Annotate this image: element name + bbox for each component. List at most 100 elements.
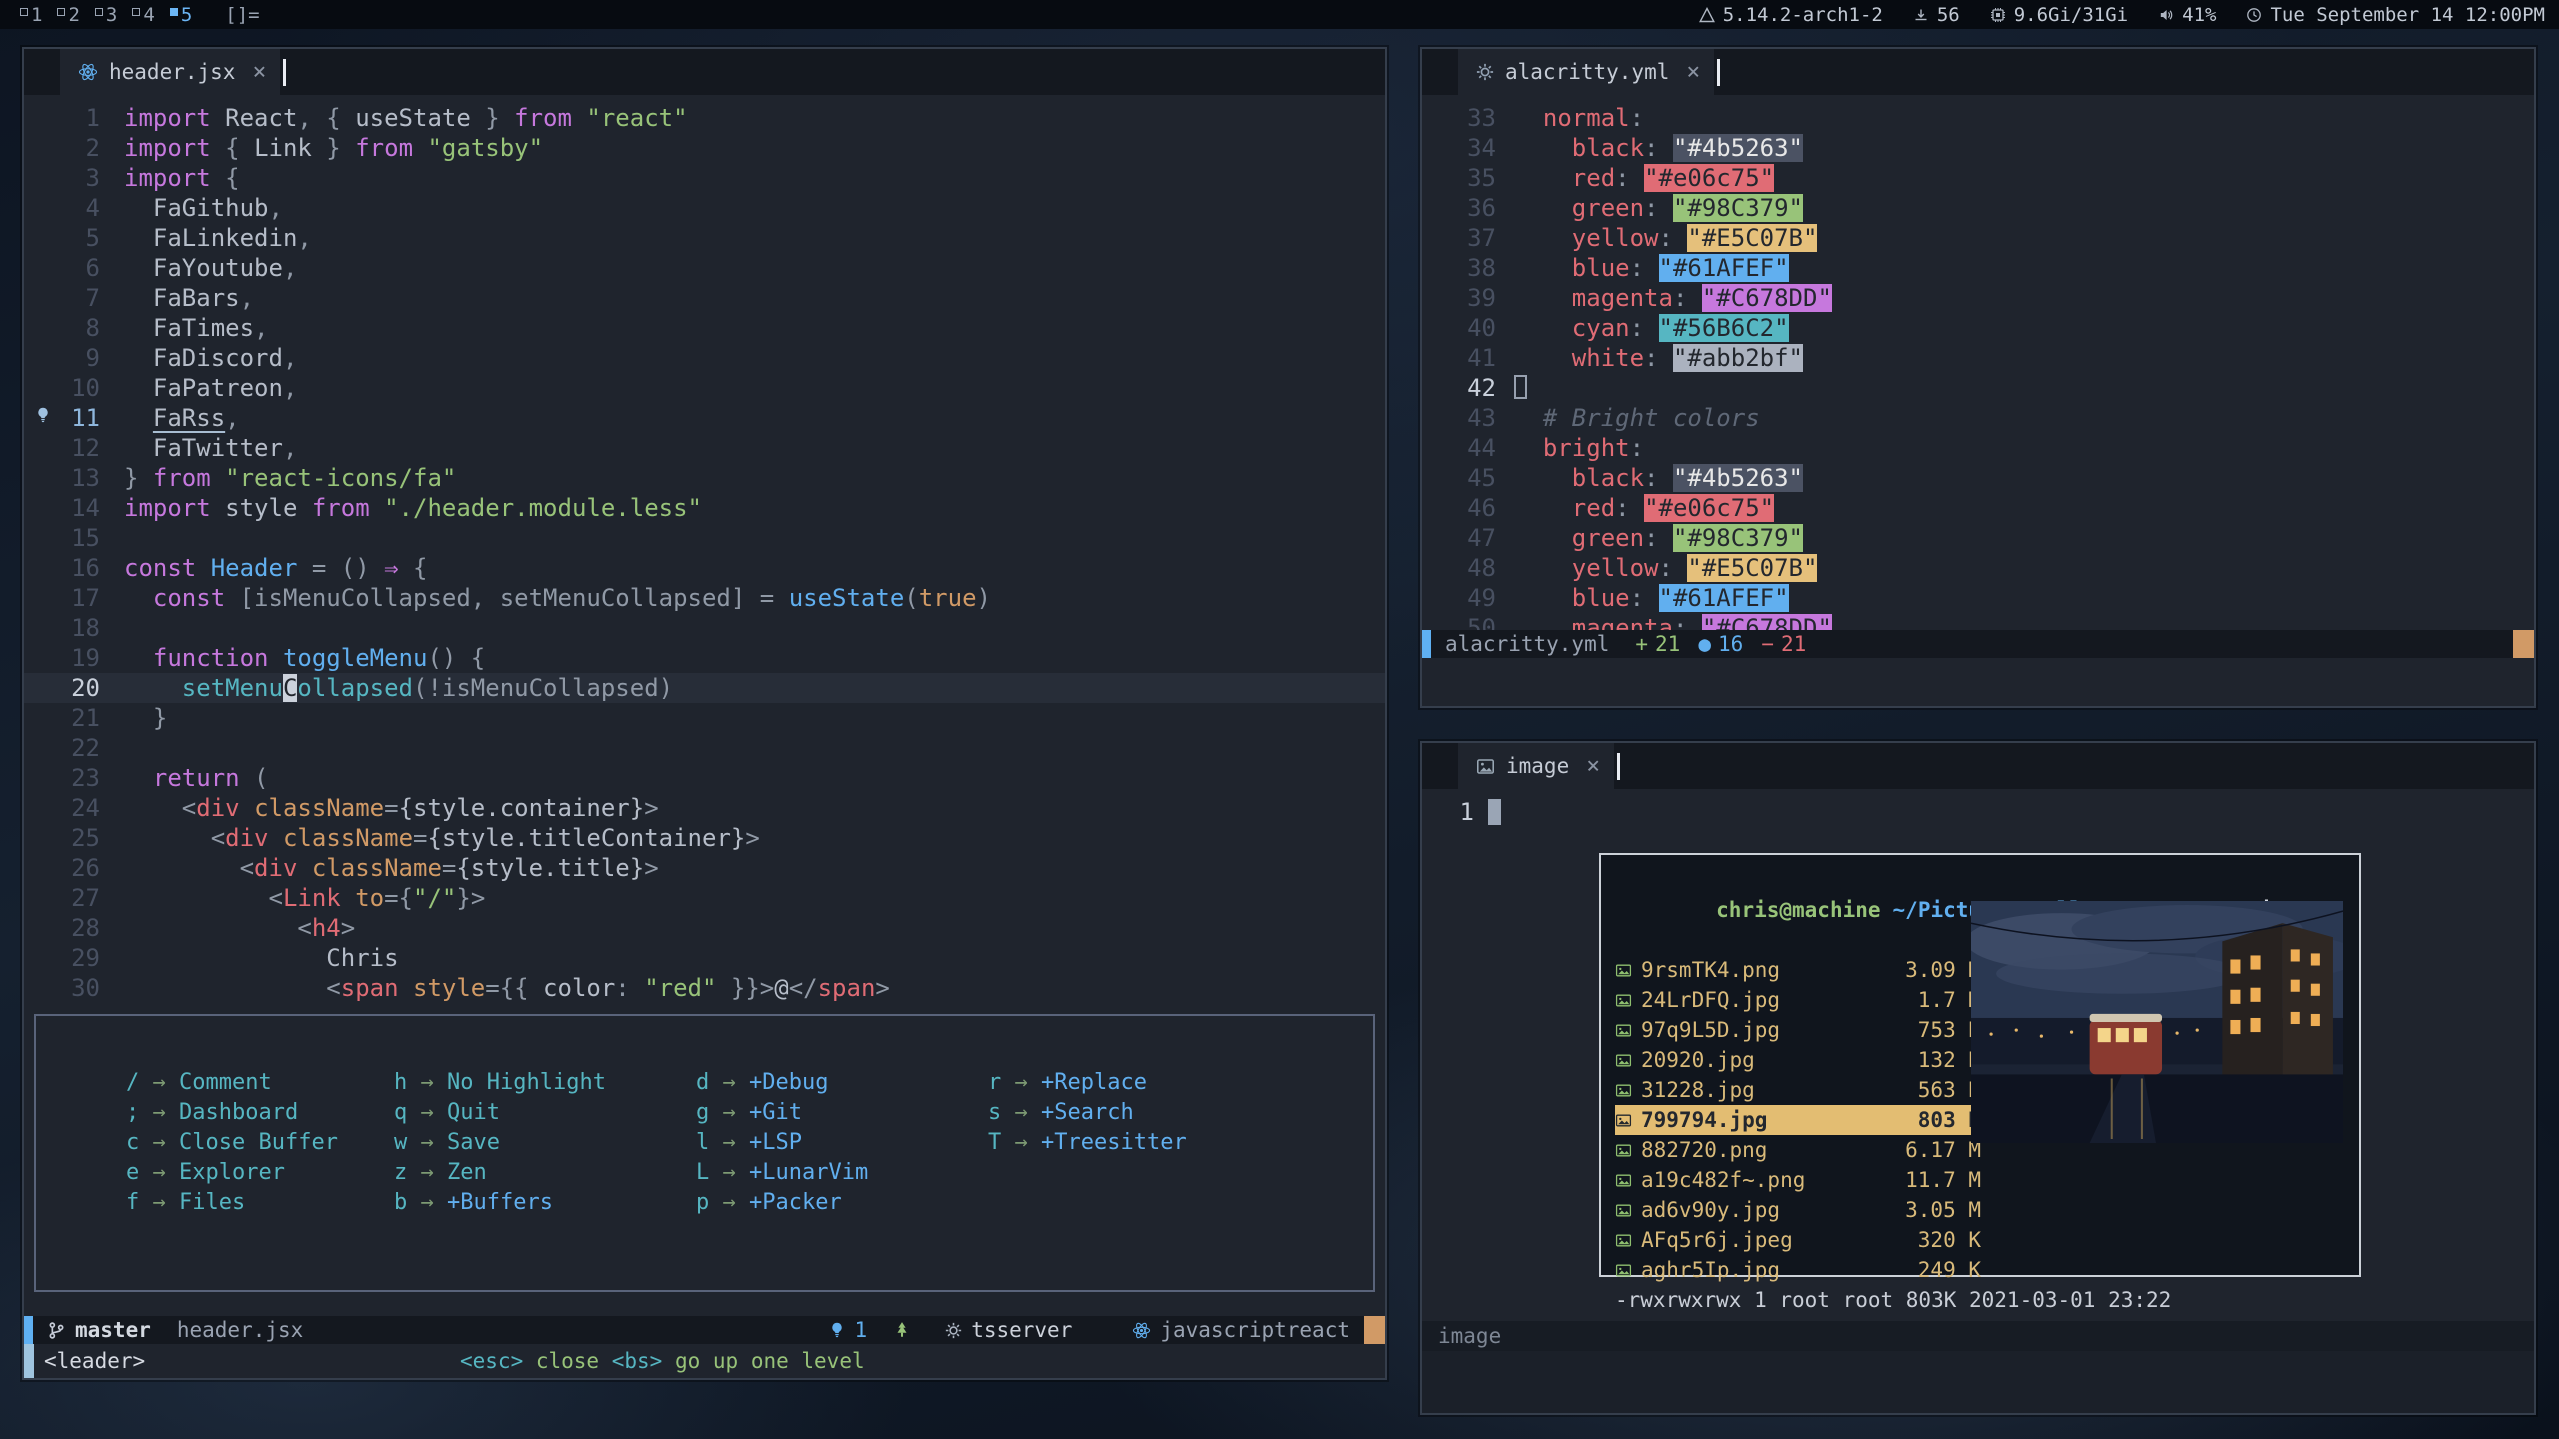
file-row[interactable]: 20920.jpg132 K bbox=[1615, 1045, 1981, 1075]
workspace-tag-4[interactable]: 4 bbox=[126, 4, 163, 26]
code-line-1[interactable]: 1 bbox=[1422, 797, 2534, 827]
code-line-14[interactable]: 14import style from "./header.module.les… bbox=[24, 493, 1385, 523]
keybinding-l[interactable]: l → +LSP bbox=[696, 1128, 988, 1158]
code-area[interactable]: 1import React, { useState } from "react"… bbox=[24, 95, 1385, 1004]
code-line-44[interactable]: 44 bright: bbox=[1422, 433, 2534, 463]
file-row[interactable]: 799794.jpg803 K bbox=[1615, 1105, 1981, 1135]
keybinding-q[interactable]: q → Quit bbox=[394, 1098, 696, 1128]
code-line-6[interactable]: 6 FaYoutube, bbox=[24, 253, 1385, 283]
code-line-24[interactable]: 24 <div className={style.container}> bbox=[24, 793, 1385, 823]
code-line-22[interactable]: 22 bbox=[24, 733, 1385, 763]
code-line-47[interactable]: 47 green: "#98C379" bbox=[1422, 523, 2534, 553]
code-line-12[interactable]: 12 FaTwitter, bbox=[24, 433, 1385, 463]
code-line-37[interactable]: 37 yellow: "#E5C07B" bbox=[1422, 223, 2534, 253]
keybinding-s[interactable]: s → +Search bbox=[988, 1098, 1187, 1128]
code-line-45[interactable]: 45 black: "#4b5263" bbox=[1422, 463, 2534, 493]
code-line-8[interactable]: 8 FaTimes, bbox=[24, 313, 1385, 343]
code-line-9[interactable]: 9 FaDiscord, bbox=[24, 343, 1385, 373]
code-line-2[interactable]: 2import { Link } from "gatsby" bbox=[24, 133, 1385, 163]
code-line-18[interactable]: 18 bbox=[24, 613, 1385, 643]
keybinding-g[interactable]: g → +Git bbox=[696, 1098, 988, 1128]
code-line-34[interactable]: 34 black: "#4b5263" bbox=[1422, 133, 2534, 163]
file-row[interactable]: 24LrDFQ.jpg1.7 M bbox=[1615, 985, 1981, 1015]
keybinding-T[interactable]: T → +Treesitter bbox=[988, 1128, 1187, 1158]
file-row[interactable]: aghr5Ip.jpg249 K bbox=[1615, 1255, 1981, 1285]
code-line-23[interactable]: 23 return ( bbox=[24, 763, 1385, 793]
code-line-39[interactable]: 39 magenta: "#C678DD" bbox=[1422, 283, 2534, 313]
layout-indicator[interactable]: []= bbox=[225, 4, 259, 26]
code-line-33[interactable]: 33 normal: bbox=[1422, 103, 2534, 133]
code-line-43[interactable]: 43 # Bright colors bbox=[1422, 403, 2534, 433]
code-line-7[interactable]: 7 FaBars, bbox=[24, 283, 1385, 313]
file-row[interactable]: AFq5r6j.jpeg320 K bbox=[1615, 1225, 1981, 1255]
keybinding-e[interactable]: e → Explorer bbox=[126, 1158, 394, 1188]
keybinding-b[interactable]: b → +Buffers bbox=[394, 1188, 696, 1218]
code-line-13[interactable]: 13} from "react-icons/fa" bbox=[24, 463, 1385, 493]
keybinding-f[interactable]: f → Files bbox=[126, 1188, 394, 1218]
code-line-15[interactable]: 15 bbox=[24, 523, 1385, 553]
tab-alacritty-yml[interactable]: alacritty.yml × bbox=[1458, 49, 1714, 95]
code-line-4[interactable]: 4 FaGithub, bbox=[24, 193, 1385, 223]
file-row[interactable]: 97q9L5D.jpg753 K bbox=[1615, 1015, 1981, 1045]
tab-close-icon[interactable]: × bbox=[252, 59, 266, 85]
code-line-19[interactable]: 19 function toggleMenu() { bbox=[24, 643, 1385, 673]
keybinding-w[interactable]: w → Save bbox=[394, 1128, 696, 1158]
workspace-tag-5[interactable]: 5 bbox=[164, 4, 201, 26]
code-line-50[interactable]: 50 magenta: "#C678DD" bbox=[1422, 613, 2534, 630]
code-line-46[interactable]: 46 red: "#e06c75" bbox=[1422, 493, 2534, 523]
which-key-column: d → +Debugg → +Gitl → +LSPL → +LunarVimp… bbox=[696, 1068, 988, 1290]
code-line-1[interactable]: 1import React, { useState } from "react" bbox=[24, 103, 1385, 133]
git-branch[interactable]: master bbox=[47, 1318, 151, 1342]
tabline: header.jsx × bbox=[24, 49, 1385, 95]
code-area[interactable]: 33 normal:34 black: "#4b5263"35 red: "#e… bbox=[1422, 95, 2534, 630]
workspace-tag-3[interactable]: 3 bbox=[89, 4, 126, 26]
keybinding-h[interactable]: h → No Highlight bbox=[394, 1068, 696, 1098]
code-line-48[interactable]: 48 yellow: "#E5C07B" bbox=[1422, 553, 2534, 583]
keybinding-d[interactable]: d → +Debug bbox=[696, 1068, 988, 1098]
keybinding-;[interactable]: ; → Dashboard bbox=[126, 1098, 394, 1128]
keybinding-p[interactable]: p → +Packer bbox=[696, 1188, 988, 1218]
code-line-3[interactable]: 3import { bbox=[24, 163, 1385, 193]
diagnostics-info[interactable]: 1 bbox=[828, 1318, 868, 1342]
keybinding-L[interactable]: L → +LunarVim bbox=[696, 1158, 988, 1188]
code-line-17[interactable]: 17 const [isMenuCollapsed, setMenuCollap… bbox=[24, 583, 1385, 613]
code-line-29[interactable]: 29 Chris bbox=[24, 943, 1385, 973]
tab-title: header.jsx bbox=[109, 60, 235, 84]
code-line-38[interactable]: 38 blue: "#61AFEF" bbox=[1422, 253, 2534, 283]
code-line-30[interactable]: 30 <span style={{ color: "red" }}>@</spa… bbox=[24, 973, 1385, 1003]
file-row[interactable]: 31228.jpg563 K bbox=[1615, 1075, 1981, 1105]
code-line-11[interactable]: 11 FaRss, bbox=[24, 403, 1385, 433]
code-line-27[interactable]: 27 <Link to={"/"}> bbox=[24, 883, 1385, 913]
line-number: 4 bbox=[24, 193, 124, 223]
keybinding-/[interactable]: / → Comment bbox=[126, 1068, 394, 1098]
code-line-49[interactable]: 49 blue: "#61AFEF" bbox=[1422, 583, 2534, 613]
code-line-36[interactable]: 36 green: "#98C379" bbox=[1422, 193, 2534, 223]
file-row[interactable]: 9rsmTK4.png3.09 M bbox=[1615, 955, 1981, 985]
code-line-40[interactable]: 40 cyan: "#56B6C2" bbox=[1422, 313, 2534, 343]
keybinding-c[interactable]: c → Close Buffer bbox=[126, 1128, 394, 1158]
code-line-21[interactable]: 21 } bbox=[24, 703, 1385, 733]
file-row[interactable]: ad6v90y.jpg3.05 M bbox=[1615, 1195, 1981, 1225]
tab-close-icon[interactable]: × bbox=[1686, 59, 1700, 85]
code-line-5[interactable]: 5 FaLinkedin, bbox=[24, 223, 1385, 253]
code-line-16[interactable]: 16const Header = () ⇒ { bbox=[24, 553, 1385, 583]
tab-close-icon[interactable]: × bbox=[1586, 753, 1600, 779]
code-line-10[interactable]: 10 FaPatreon, bbox=[24, 373, 1385, 403]
code-line-41[interactable]: 41 white: "#abb2bf" bbox=[1422, 343, 2534, 373]
image-buffer[interactable]: 1 chris@machine~/Pictures/wallpapers/799… bbox=[1422, 789, 2534, 1321]
command-line[interactable]: <leader> <esc> close <bs> go up one leve… bbox=[24, 1344, 1385, 1378]
code-line-28[interactable]: 28 <h4> bbox=[24, 913, 1385, 943]
tab-image[interactable]: image × bbox=[1458, 743, 1614, 789]
file-row[interactable]: 882720.png6.17 M bbox=[1615, 1135, 1981, 1165]
workspace-tag-1[interactable]: 1 bbox=[14, 4, 51, 26]
keybinding-r[interactable]: r → +Replace bbox=[988, 1068, 1187, 1098]
code-line-20[interactable]: 20 setMenuCollapsed(!isMenuCollapsed) bbox=[24, 673, 1385, 703]
code-line-42[interactable]: 42 bbox=[1422, 373, 2534, 403]
tab-header-jsx[interactable]: header.jsx × bbox=[60, 49, 280, 95]
code-line-25[interactable]: 25 <div className={style.titleContainer}… bbox=[24, 823, 1385, 853]
code-line-35[interactable]: 35 red: "#e06c75" bbox=[1422, 163, 2534, 193]
code-line-26[interactable]: 26 <div className={style.title}> bbox=[24, 853, 1385, 883]
workspace-tag-2[interactable]: 2 bbox=[51, 4, 88, 26]
keybinding-z[interactable]: z → Zen bbox=[394, 1158, 696, 1188]
file-row[interactable]: a19c482f~.png11.7 M bbox=[1615, 1165, 1981, 1195]
